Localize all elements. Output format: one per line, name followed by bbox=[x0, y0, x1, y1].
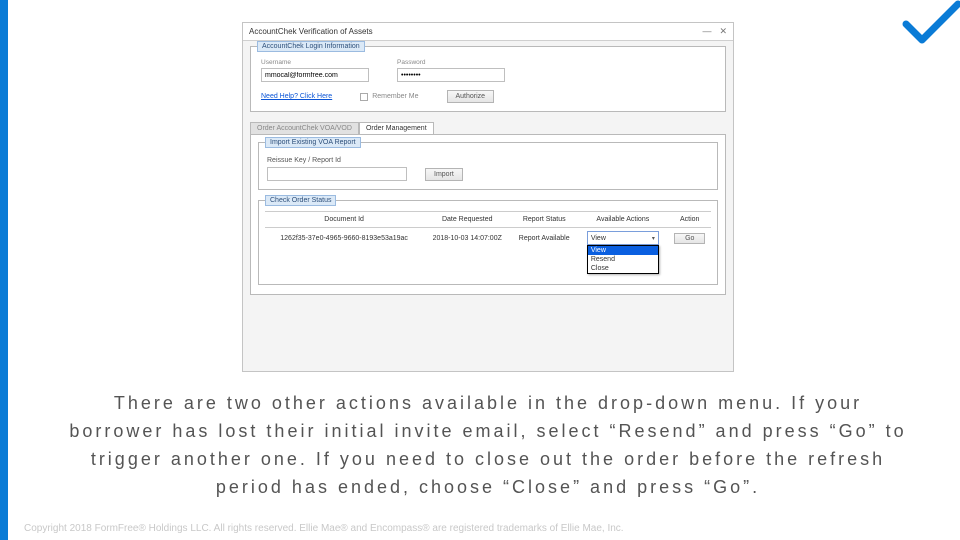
order-status-group: Check Order Status Document Id Date Requ… bbox=[258, 200, 718, 285]
remember-me-checkbox[interactable]: Remember Me bbox=[360, 93, 418, 101]
password-label: Password bbox=[397, 59, 505, 66]
password-input[interactable] bbox=[397, 68, 505, 82]
tab-order-management[interactable]: Order Management bbox=[359, 122, 434, 134]
col-report-status: Report Status bbox=[511, 212, 577, 228]
cell-date: 2018-10-03 14:07:00Z bbox=[423, 228, 511, 249]
app-window: AccountChek Verification of Assets — ✕ A… bbox=[242, 22, 734, 372]
slide-caption: There are two other actions available in… bbox=[68, 390, 908, 502]
minimize-icon[interactable]: — bbox=[702, 26, 711, 37]
chevron-down-icon: ▾ bbox=[652, 235, 655, 242]
window-title: AccountChek Verification of Assets bbox=[249, 27, 373, 36]
col-date-requested: Date Requested bbox=[423, 212, 511, 228]
reissue-input[interactable] bbox=[267, 167, 407, 181]
close-icon[interactable]: ✕ bbox=[719, 26, 727, 37]
order-status-title: Check Order Status bbox=[265, 195, 336, 206]
import-group: Import Existing VOA Report Reissue Key /… bbox=[258, 142, 718, 190]
copyright-footer: Copyright 2018 FormFree® Holdings LLC. A… bbox=[24, 523, 624, 534]
remember-me-label: Remember Me bbox=[372, 93, 418, 100]
go-button[interactable]: Go bbox=[674, 233, 705, 244]
cell-actions: View ▾ View Resend Close bbox=[577, 228, 668, 249]
tab-strip: Order AccountChek VOA/VOD Order Manageme… bbox=[250, 122, 726, 134]
username-label: Username bbox=[261, 59, 369, 66]
dropdown-option-view[interactable]: View bbox=[588, 246, 658, 255]
col-document-id: Document Id bbox=[265, 212, 423, 228]
cell-status: Report Available bbox=[511, 228, 577, 249]
authorize-button[interactable]: Authorize bbox=[447, 90, 495, 103]
orders-table: Document Id Date Requested Report Status… bbox=[265, 211, 711, 248]
dropdown-option-close[interactable]: Close bbox=[588, 264, 658, 273]
table-row: 1262f35-37e0-4965-9660-8193e53a19ac 2018… bbox=[265, 228, 711, 249]
tab-order-voa[interactable]: Order AccountChek VOA/VOD bbox=[250, 122, 359, 134]
username-input[interactable] bbox=[261, 68, 369, 82]
logo-checkmark bbox=[900, 0, 960, 48]
cell-go: Go bbox=[668, 228, 711, 249]
checkbox-icon bbox=[360, 93, 368, 101]
help-link[interactable]: Need Help? Click Here bbox=[261, 93, 332, 100]
cell-document-id: 1262f35-37e0-4965-9660-8193e53a19ac bbox=[265, 228, 423, 249]
col-action: Action bbox=[668, 212, 711, 228]
dropdown-option-resend[interactable]: Resend bbox=[588, 255, 658, 264]
tab-body: Import Existing VOA Report Reissue Key /… bbox=[250, 134, 726, 295]
dropdown-selected: View bbox=[591, 235, 606, 242]
login-group-title: AccountChek Login Information bbox=[257, 41, 365, 52]
login-group: AccountChek Login Information Username P… bbox=[250, 46, 726, 112]
import-button[interactable]: Import bbox=[425, 168, 463, 181]
dropdown-list: View Resend Close bbox=[587, 245, 659, 274]
reissue-label: Reissue Key / Report Id bbox=[267, 157, 709, 164]
col-available-actions: Available Actions bbox=[577, 212, 668, 228]
table-header-row: Document Id Date Requested Report Status… bbox=[265, 212, 711, 228]
title-bar: AccountChek Verification of Assets — ✕ bbox=[243, 23, 733, 41]
import-group-title: Import Existing VOA Report bbox=[265, 137, 361, 148]
actions-dropdown[interactable]: View ▾ bbox=[587, 231, 659, 245]
